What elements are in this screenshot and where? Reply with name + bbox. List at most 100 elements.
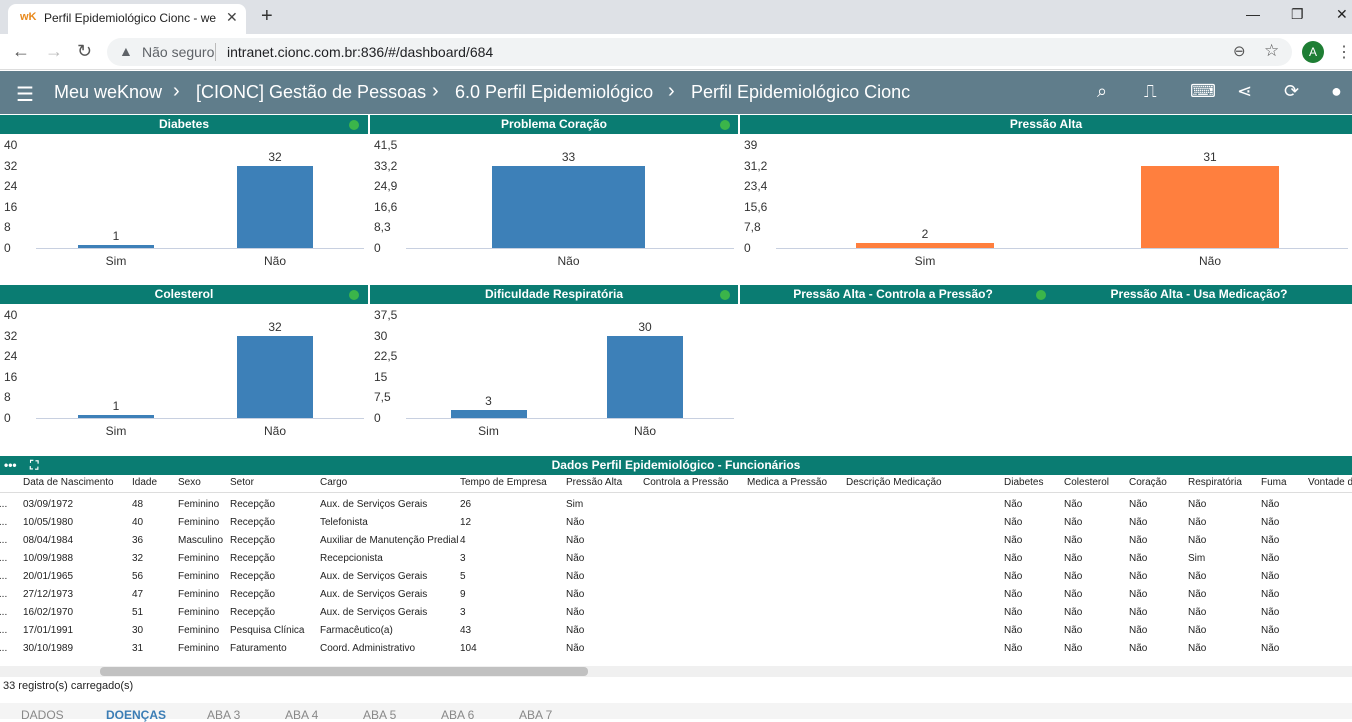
table-cell[interactable]: Não [566,643,584,654]
table-cell[interactable]: 30/10/1989 [23,643,73,654]
table-cell[interactable]: 08/04/1984 [23,535,73,546]
share-icon[interactable]: ⋖ [1237,81,1252,102]
table-cell[interactable]: Não [1261,625,1279,636]
table-cell[interactable]: 12 [460,517,471,528]
forward-icon[interactable]: → [45,41,63,62]
profile-avatar[interactable]: A [1302,41,1324,63]
table-cell[interactable]: 9 [460,589,466,600]
table-cell[interactable]: 20/01/1965 [23,571,73,582]
table-cell[interactable]: Não [1129,499,1147,510]
table-cell[interactable]: Não [566,571,584,582]
table-cell[interactable]: 03/09/1972 [23,499,73,510]
table-cell[interactable]: Telefonista [320,517,368,528]
table-cell[interactable]: Não [1188,589,1206,600]
table-cell[interactable]: Não [566,517,584,528]
table-cell[interactable]: Não [1004,625,1022,636]
table-cell[interactable]: 5 [460,571,466,582]
browser-menu-icon[interactable]: ⋮ [1336,42,1352,62]
bottom-tab[interactable]: ABA 7 [519,708,552,722]
table-cell[interactable]: Não [1064,625,1082,636]
back-icon[interactable]: ← [12,41,30,62]
bottom-tab[interactable]: DOENÇAS [106,708,166,722]
table-cell[interactable]: Feminino [178,589,219,600]
table-cell[interactable]: Aux. de Serviços Gerais [320,607,427,618]
table-cell[interactable]: 10/09/1988 [23,553,73,564]
table-cell[interactable]: Não [1129,571,1147,582]
column-header[interactable]: Coração [1129,477,1167,488]
column-header[interactable]: Sexo [178,477,201,488]
column-header[interactable]: Colesterol [1064,477,1109,488]
table-cell[interactable]: 51 [132,607,143,618]
table-cell[interactable]: 47 [132,589,143,600]
table-cell[interactable]: Feminino [178,625,219,636]
column-header[interactable]: Fuma [1261,477,1287,488]
column-header[interactable]: Respiratória [1188,477,1242,488]
table-cell[interactable]: Aux. de Serviços Gerais [320,589,427,600]
url-text[interactable]: intranet.cionc.com.br:836/#/dashboard/68… [227,44,493,60]
table-cell[interactable]: Não [1261,571,1279,582]
table-cell[interactable]: Feminino [178,499,219,510]
table-cell[interactable]: Não [1004,553,1022,564]
table-cell[interactable]: Faturamento [230,643,287,654]
table-cell[interactable]: 31 [132,643,143,654]
table-cell[interactable]: Não [1261,535,1279,546]
table-cell[interactable]: Recepção [230,499,275,510]
column-header[interactable]: Data de Nascimento [23,477,114,488]
table-cell[interactable]: Aux. de Serviços Gerais [320,571,427,582]
table-cell[interactable]: Não [1188,499,1206,510]
search-icon[interactable]: ⌕ [1097,81,1107,102]
table-cell[interactable]: Não [1188,571,1206,582]
new-tab-icon[interactable]: + [261,5,273,28]
column-header[interactable]: Descrição Medicação [846,477,942,488]
restore-icon[interactable]: ❐ [1291,6,1304,23]
bottom-tab[interactable]: DADOS [21,708,64,722]
table-cell[interactable]: Não [1064,499,1082,510]
table-cell[interactable]: Masculino [178,535,223,546]
table-cell[interactable]: Não [1261,643,1279,654]
browser-tab[interactable]: wK Perfil Epidemiológico Cionc - weKnow … [8,4,246,34]
table-cell[interactable]: Não [566,589,584,600]
column-header[interactable]: Cargo [320,477,347,488]
table-cell[interactable]: Sim [1188,553,1205,564]
column-header[interactable]: Controla a Pressão [643,477,729,488]
table-cell[interactable]: 17/01/1991 [23,625,73,636]
bottom-tab[interactable]: ABA 4 [285,708,318,722]
user-icon[interactable]: ● [1331,81,1342,102]
table-cell[interactable]: Auxiliar de Manutenção Predial [320,535,458,546]
table-cell[interactable]: Recepção [230,571,275,582]
bar[interactable] [237,165,313,248]
table-cell[interactable]: 27/12/1973 [23,589,73,600]
table-cell[interactable]: Não [1188,625,1206,636]
table-cell[interactable]: 16/02/1970 [23,607,73,618]
bar[interactable] [856,242,994,248]
table-cell[interactable]: 32 [132,553,143,564]
table-cell[interactable]: Não [1004,589,1022,600]
column-header[interactable]: Pressão Alta [566,477,622,488]
reload-icon[interactable]: ↻ [77,41,92,62]
table-cell[interactable]: Pesquisa Clínica [230,625,304,636]
bar[interactable] [1141,166,1279,248]
table-cell[interactable]: Não [566,625,584,636]
warning-icon[interactable]: ▲ [119,43,133,59]
table-cell[interactable]: Não [1129,553,1147,564]
table-cell[interactable]: Não [1064,607,1082,618]
bar[interactable] [492,166,645,248]
table-cell[interactable]: Não [1004,535,1022,546]
minimize-icon[interactable]: — [1246,6,1260,22]
table-cell[interactable]: Não [1064,589,1082,600]
column-header[interactable]: Diabetes [1004,477,1043,488]
table-cell[interactable]: Não [1004,607,1022,618]
table-cell[interactable]: Recepção [230,589,275,600]
table-cell[interactable]: 56 [132,571,143,582]
table-cell[interactable]: Recepção [230,517,275,528]
table-cell[interactable]: Não [1004,643,1022,654]
bar[interactable] [78,245,154,248]
table-cell[interactable]: Não [1129,607,1147,618]
security-label[interactable]: Não seguro [142,44,214,60]
hamburger-menu-icon[interactable]: ☰ [16,82,34,107]
table-cell[interactable]: Não [566,553,584,564]
table-cell[interactable]: Não [1129,625,1147,636]
table-cell[interactable]: Aux. de Serviços Gerais [320,499,427,510]
bottom-tab[interactable]: ABA 3 [207,708,240,722]
table-cell[interactable]: 30 [132,625,143,636]
